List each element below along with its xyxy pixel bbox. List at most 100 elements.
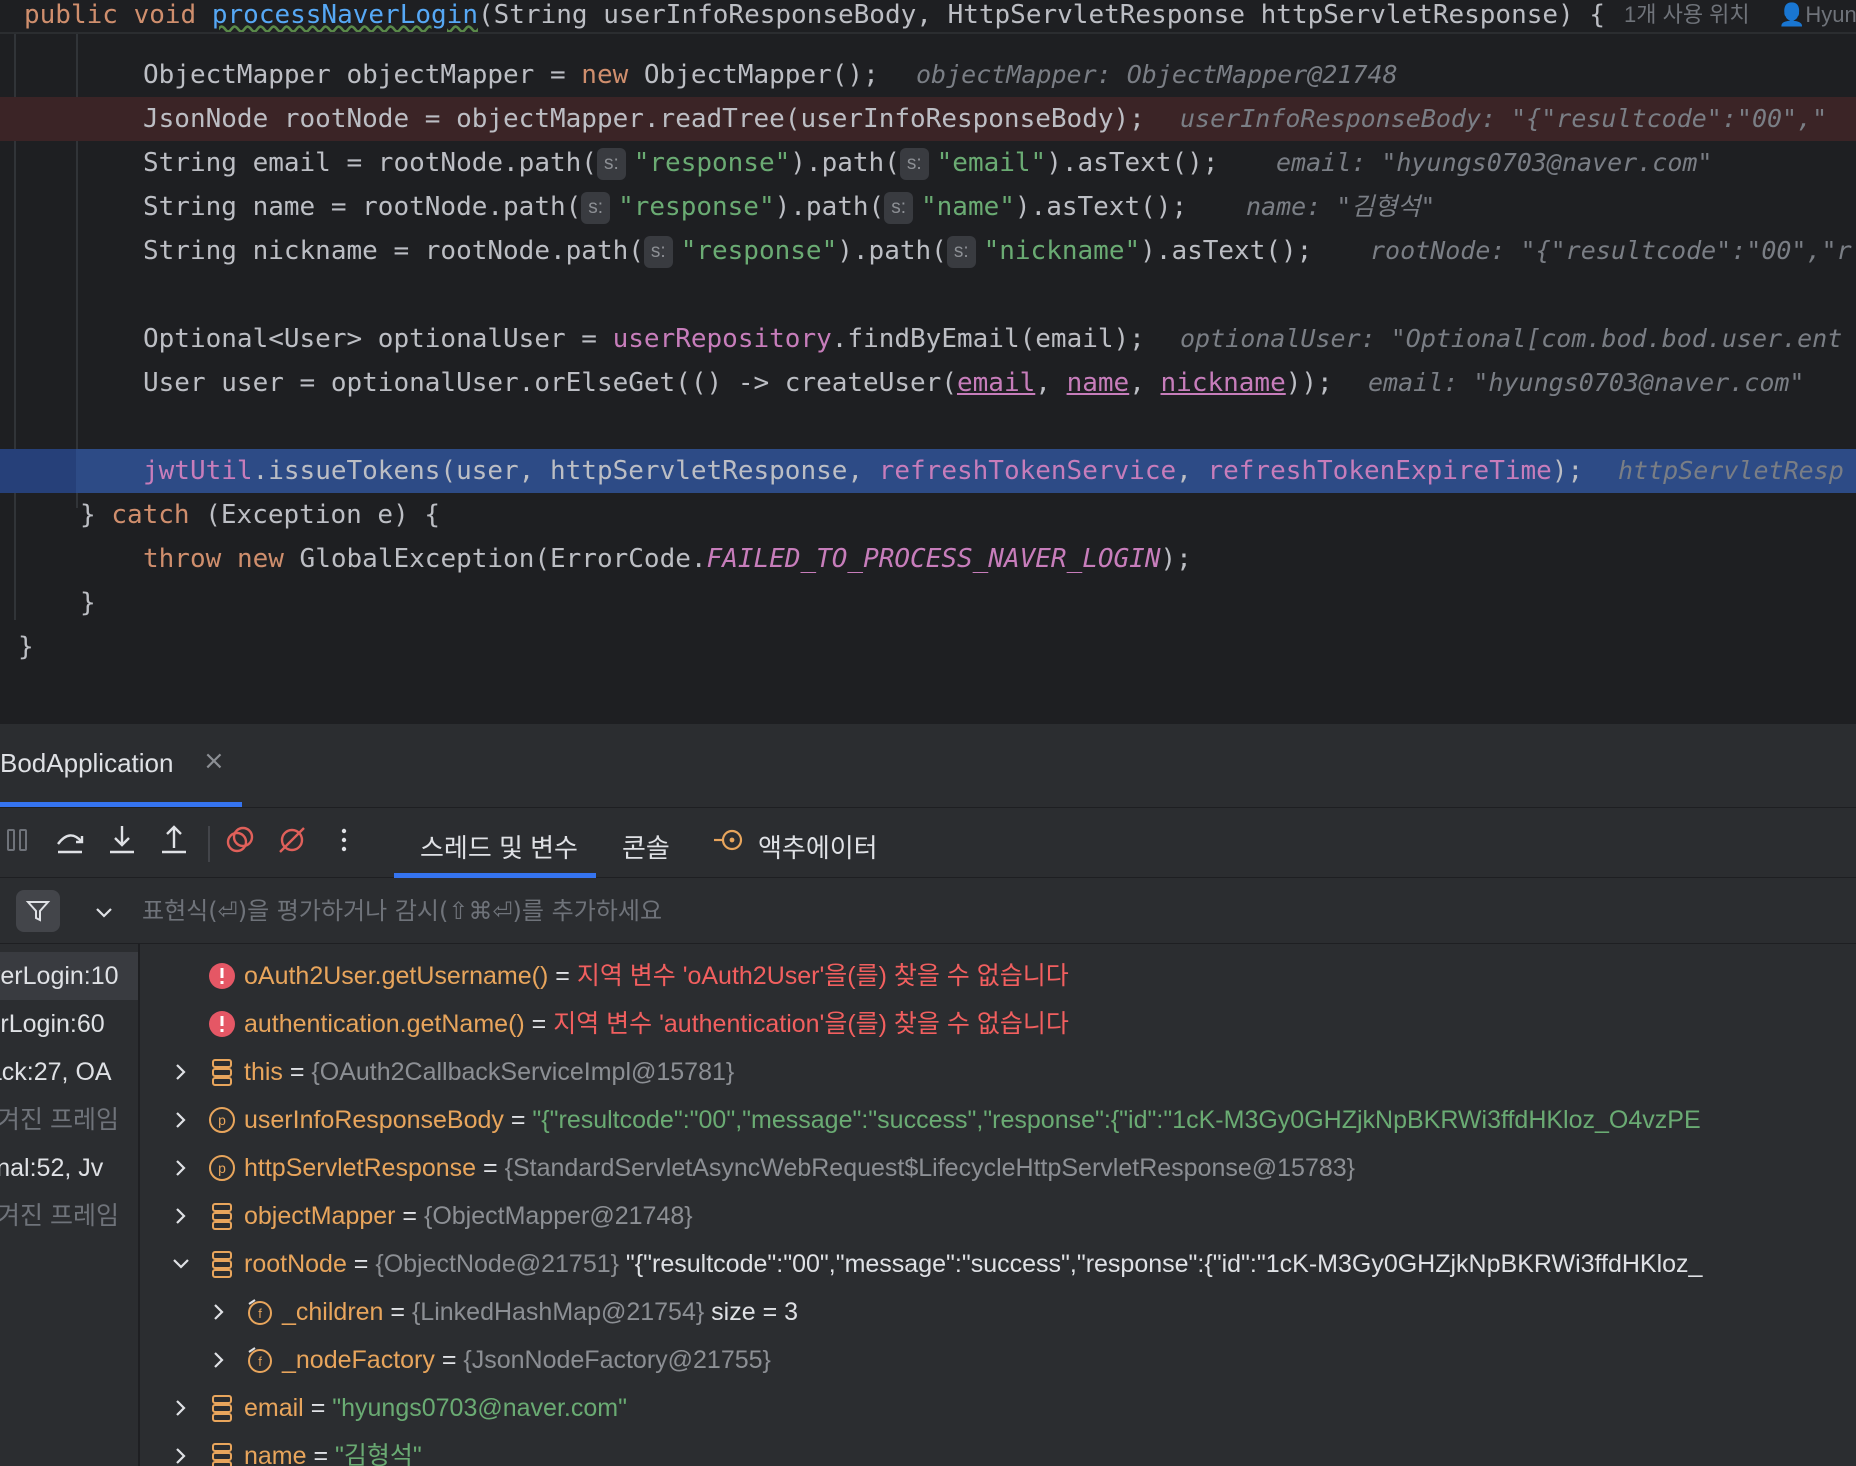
parameter-name-hint: s: bbox=[899, 148, 929, 180]
tab-console[interactable]: 콘솔 bbox=[622, 828, 670, 865]
step-over-icon[interactable] bbox=[52, 822, 88, 858]
step-into-icon[interactable] bbox=[104, 822, 140, 858]
close-icon[interactable]: × bbox=[203, 746, 225, 776]
chevron-right-icon[interactable] bbox=[168, 1048, 194, 1096]
code-token: ).path( bbox=[790, 148, 900, 178]
frame-item[interactable]: averLogin:10 bbox=[0, 952, 138, 1000]
inline-debug-value[interactable]: optionalUser: "Optional[com.bod.bod.user… bbox=[1180, 317, 1842, 361]
step-out-icon[interactable] bbox=[156, 822, 192, 858]
code-text: } bbox=[80, 588, 96, 618]
chevron-right-icon[interactable] bbox=[168, 1384, 194, 1432]
variable-row[interactable]: name = "김형석" bbox=[142, 1432, 1856, 1466]
more-icon[interactable] bbox=[326, 822, 362, 858]
mute-breakpoints-icon[interactable] bbox=[274, 822, 310, 858]
debug-tool-window[interactable]: BodApplication × 스레드 및 변수 콘솔 액추에이터 averL… bbox=[0, 724, 1856, 1466]
frames-list[interactable]: averLogin:10 verLogin:60 back:27, OA 숨겨진… bbox=[0, 944, 140, 1466]
variable-row-child[interactable]: f _nodeFactory = {JsonNodeFactory@21755} bbox=[142, 1336, 1856, 1384]
inline-debug-value[interactable]: rootNode: "{"resultcode":"00","r bbox=[1370, 229, 1852, 273]
evaluate-expression-input[interactable] bbox=[142, 878, 1842, 944]
frame-item[interactable]: back:27, OA bbox=[0, 1048, 138, 1096]
error-icon bbox=[209, 963, 235, 989]
actuator-icon[interactable] bbox=[712, 822, 748, 858]
code-text: jwtUtil.issueTokens(user, httpServletRes… bbox=[143, 449, 1583, 493]
error-icon bbox=[209, 1011, 235, 1037]
variable-name: _children bbox=[282, 1298, 384, 1326]
variable-row[interactable]: rootNode = {ObjectNode@21751} "{"resultc… bbox=[142, 1240, 1856, 1288]
code-line[interactable]: String name = rootNode.path(s: "response"… bbox=[0, 185, 1856, 229]
code-line[interactable]: } catch (Exception e) { bbox=[0, 493, 1856, 537]
chevron-right-icon[interactable] bbox=[168, 1144, 194, 1192]
code-line[interactable]: User user = optionalUser.orElseGet(() ->… bbox=[0, 361, 1856, 405]
chevron-expanded-icon[interactable] bbox=[168, 1240, 194, 1288]
code-line[interactable]: ObjectMapper objectMapper = new ObjectMa… bbox=[0, 53, 1856, 97]
code-line[interactable]: } bbox=[0, 625, 1856, 669]
inline-debug-value[interactable]: httpServletResp bbox=[1618, 449, 1844, 493]
code-editor[interactable]: public void processNaverLogin(String use… bbox=[0, 0, 1856, 724]
chevron-right-icon[interactable] bbox=[206, 1336, 232, 1384]
captured-variable: nickname bbox=[1160, 368, 1286, 398]
inline-debug-value[interactable]: userInfoResponseBody: "{"resultcode":"00… bbox=[1180, 97, 1827, 141]
variable-name: httpServletResponse bbox=[244, 1154, 477, 1182]
chevron-down-icon[interactable] bbox=[92, 900, 116, 924]
code-line[interactable]: } bbox=[0, 581, 1856, 625]
frame-item[interactable]: ernal:52, Jv bbox=[0, 1144, 138, 1192]
code-line[interactable]: Optional<User> optionalUser = userReposi… bbox=[0, 317, 1856, 361]
watch-text: oAuth2User.getUsername() = 지역 변수 'oAuth2… bbox=[244, 952, 1069, 1000]
code-line[interactable]: throw new GlobalException(ErrorCode.FAIL… bbox=[0, 537, 1856, 581]
sticky-method-header[interactable]: public void processNaverLogin(String use… bbox=[0, 0, 1856, 34]
filter-button[interactable] bbox=[16, 890, 60, 932]
variable-name: name bbox=[244, 1442, 307, 1466]
breakpoint-line[interactable]: JsonNode rootNode = objectMapper.readTre… bbox=[0, 97, 1856, 141]
chevron-right-icon[interactable] bbox=[168, 1096, 194, 1144]
tab-actuator[interactable]: 액추에이터 bbox=[758, 828, 878, 865]
frame-item[interactable]: verLogin:60 bbox=[0, 1000, 138, 1048]
evaluate-expression-row[interactable] bbox=[0, 878, 1856, 944]
variable-value: "hyungs0703@naver.com" bbox=[332, 1394, 627, 1422]
run-config-tabs[interactable]: BodApplication × bbox=[0, 724, 1856, 808]
inline-debug-value[interactable]: name: "김형석" bbox=[1246, 185, 1435, 229]
variable-row[interactable]: this = {OAuth2CallbackServiceImpl@15781} bbox=[142, 1048, 1856, 1096]
hidden-frames-item[interactable]: 숨겨진 프레임 bbox=[0, 1192, 138, 1240]
chevron-right-icon[interactable] bbox=[168, 1192, 194, 1240]
variable-row[interactable]: p userInfoResponseBody = "{"resultcode":… bbox=[142, 1096, 1856, 1144]
view-breakpoints-icon[interactable] bbox=[222, 822, 258, 858]
inline-debug-value[interactable]: email: "hyungs0703@naver.com" bbox=[1368, 361, 1805, 405]
variable-row[interactable]: p httpServletResponse = {StandardServlet… bbox=[142, 1144, 1856, 1192]
watch-row[interactable]: oAuth2User.getUsername() = 지역 변수 'oAuth2… bbox=[142, 952, 1856, 1000]
variable-row[interactable]: email = "hyungs0703@naver.com" bbox=[142, 1384, 1856, 1432]
code-line[interactable]: String email = rootNode.path(s: "response… bbox=[0, 141, 1856, 185]
code-line[interactable]: String nickname = rootNode.path(s: "respo… bbox=[0, 229, 1856, 273]
run-tab-bodapplication[interactable]: BodApplication bbox=[0, 748, 173, 779]
code-token: GlobalException(ErrorCode. bbox=[283, 544, 707, 574]
string-literal: "email" bbox=[936, 148, 1047, 178]
hidden-frames-item[interactable]: 숨겨진 프레임 bbox=[0, 1096, 138, 1144]
tab-threads-and-variables[interactable]: 스레드 및 변수 bbox=[420, 828, 578, 865]
variable-value: {StandardServletAsyncWebRequest$Lifecycl… bbox=[504, 1154, 1356, 1182]
string-literal: "response" bbox=[680, 236, 838, 266]
variable-row[interactable]: objectMapper = {ObjectMapper@21748} bbox=[142, 1192, 1856, 1240]
usages-inlay[interactable]: 1개 사용 위치 bbox=[1624, 0, 1750, 30]
code-token: ); bbox=[1551, 456, 1584, 486]
author-name: Hyun bbox=[1805, 2, 1856, 27]
current-execution-line[interactable]: jwtUtil.issueTokens(user, httpServletRes… bbox=[0, 449, 1856, 493]
parameter-name-hint: s: bbox=[884, 192, 913, 224]
code-text: String name = rootNode.path(s: "response"… bbox=[143, 185, 1187, 229]
inline-debug-value[interactable]: email: "hyungs0703@naver.com" bbox=[1276, 141, 1713, 185]
variable-row-child[interactable]: f _children = {LinkedHashMap@21754} size… bbox=[142, 1288, 1856, 1336]
code-text: User user = optionalUser.orElseGet(() ->… bbox=[143, 361, 1333, 405]
code-text: Optional<User> optionalUser = userReposi… bbox=[143, 317, 1145, 361]
keyword-void: void bbox=[133, 0, 197, 30]
equals-sign: = bbox=[503, 1106, 533, 1134]
pause-icon[interactable] bbox=[0, 822, 36, 858]
debug-toolbar[interactable]: 스레드 및 변수 콘솔 액추에이터 bbox=[0, 808, 1856, 878]
watch-row[interactable]: authentication.getName() = 지역 변수 'authen… bbox=[142, 1000, 1856, 1048]
inline-debug-value[interactable]: objectMapper: ObjectMapper@21748 bbox=[916, 53, 1398, 97]
chevron-right-icon[interactable] bbox=[168, 1432, 194, 1466]
code-token: , bbox=[1035, 368, 1067, 398]
svg-text:p: p bbox=[218, 1112, 226, 1128]
variable-text: userInfoResponseBody = "{"resultcode":"0… bbox=[244, 1096, 1701, 1144]
variables-tree[interactable]: oAuth2User.getUsername() = 지역 변수 'oAuth2… bbox=[142, 944, 1856, 1466]
author-inlay[interactable]: 👤Hyun bbox=[1778, 0, 1856, 30]
chevron-right-icon[interactable] bbox=[206, 1288, 232, 1336]
method-name[interactable]: processNaverLogin bbox=[212, 0, 478, 30]
